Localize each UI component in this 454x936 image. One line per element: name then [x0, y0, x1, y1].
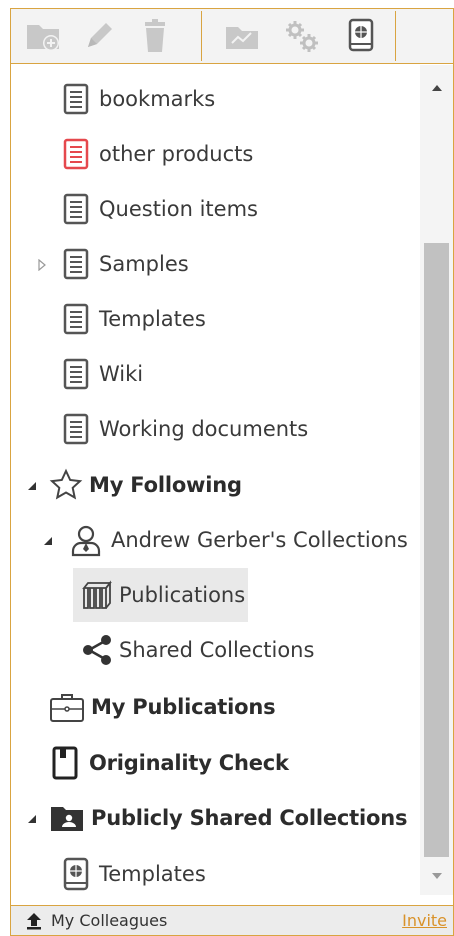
tree-item-label: Working documents — [99, 417, 309, 441]
triangle-down-icon — [44, 537, 52, 545]
document-icon — [61, 303, 91, 335]
tree-item-my-following[interactable]: My Following — [49, 463, 242, 507]
tree-item-other-products[interactable]: other products — [61, 132, 253, 176]
settings-button[interactable] — [273, 9, 329, 63]
document-globe-button[interactable] — [333, 9, 389, 63]
tree-item-wiki[interactable]: Wiki — [61, 352, 143, 396]
tree-item-label: bookmarks — [99, 87, 216, 111]
tree-item-label: Wiki — [99, 362, 144, 386]
books-icon — [81, 580, 113, 610]
collection-tree: bookmarks other products Question items … — [11, 65, 421, 905]
tree-item-label: Publications — [119, 583, 246, 607]
document-icon — [61, 193, 91, 225]
tree-item-templates[interactable]: Templates — [61, 297, 206, 341]
scrollbar-thumb[interactable] — [424, 243, 449, 857]
tree-item-label: Shared Collections — [119, 638, 315, 662]
scroll-up-button[interactable] — [420, 77, 453, 99]
my-colleagues-toggle[interactable]: My Colleagues — [11, 911, 167, 930]
user-folder-icon — [49, 803, 85, 833]
triangle-down-icon — [28, 815, 36, 823]
tree-item-label: Samples — [99, 252, 189, 276]
tree-item-publicly-shared-collections[interactable]: Publicly Shared Collections — [49, 796, 407, 840]
triangle-down-small-icon — [431, 873, 442, 879]
scroll-down-button[interactable] — [420, 865, 453, 887]
new-folder-button[interactable] — [15, 9, 71, 63]
collapse-andrew-toggle[interactable] — [41, 534, 55, 548]
upload-arrow-icon — [27, 912, 41, 929]
collections-panel: bookmarks other products Question items … — [10, 8, 454, 936]
rename-button[interactable] — [71, 9, 127, 63]
tree-item-shared-collections[interactable]: Shared Collections — [73, 628, 314, 672]
tree-item-publications[interactable]: Publications — [73, 568, 248, 622]
tree-item-question-items[interactable]: Question items — [61, 187, 258, 231]
delete-button[interactable] — [127, 9, 183, 63]
tree-item-label: Templates — [99, 307, 206, 331]
vertical-scrollbar[interactable] — [420, 65, 453, 895]
tree-item-my-publications[interactable]: My Publications — [49, 685, 276, 729]
tree-item-bookmarks[interactable]: bookmarks — [61, 77, 215, 121]
expand-samples-toggle[interactable] — [35, 258, 49, 272]
triangle-right-icon — [38, 259, 46, 271]
tree-item-label: My Following — [89, 473, 242, 497]
user-icon — [69, 523, 103, 557]
tree-item-label: Publicly Shared Collections — [91, 806, 408, 830]
colleagues-footer: My Colleagues Invite — [11, 905, 453, 935]
bookmark-doc-icon — [49, 746, 81, 780]
tree-item-label: other products — [99, 142, 254, 166]
share-icon — [81, 634, 113, 666]
folder-chart-button[interactable] — [214, 9, 270, 63]
tree-item-originality-check[interactable]: Originality Check — [49, 741, 289, 785]
document-globe-icon — [348, 18, 374, 52]
globe-document-icon — [61, 857, 91, 891]
tree-item-label: Question items — [99, 197, 258, 221]
tree-item-label: My Publications — [91, 695, 276, 719]
document-red-icon — [61, 138, 91, 170]
rename-pencil-icon — [88, 23, 112, 47]
document-icon — [61, 413, 91, 445]
tree-item-samples[interactable]: Samples — [61, 242, 189, 286]
new-folder-icon — [27, 25, 59, 51]
collapse-publicly-shared-toggle[interactable] — [25, 812, 39, 826]
settings-gears-icon — [286, 21, 318, 52]
triangle-up-icon — [431, 85, 442, 91]
toolbar-separator-end — [395, 11, 396, 61]
document-icon — [61, 83, 91, 115]
tree-item-label: Andrew Gerber's Collections — [111, 528, 408, 552]
invite-link[interactable]: Invite — [402, 911, 447, 930]
toolbar-separator — [201, 11, 202, 61]
folder-chart-icon — [226, 27, 258, 49]
tree-item-working-documents[interactable]: Working documents — [61, 407, 308, 451]
tree-item-label: Originality Check — [89, 751, 289, 775]
document-icon — [61, 248, 91, 280]
briefcase-icon — [49, 691, 85, 723]
tree-item-andrew-gerbers-collections[interactable]: Andrew Gerber's Collections — [69, 518, 408, 562]
toolbar — [11, 9, 453, 64]
my-colleagues-label: My Colleagues — [51, 911, 168, 930]
collapse-my-following-toggle[interactable] — [25, 479, 39, 493]
triangle-down-icon — [28, 482, 36, 490]
tree-item-label: Templates — [99, 862, 206, 886]
document-icon — [61, 358, 91, 390]
tree-item-public-templates[interactable]: Templates — [61, 852, 206, 896]
star-icon — [49, 468, 83, 502]
delete-trash-icon — [145, 19, 165, 52]
